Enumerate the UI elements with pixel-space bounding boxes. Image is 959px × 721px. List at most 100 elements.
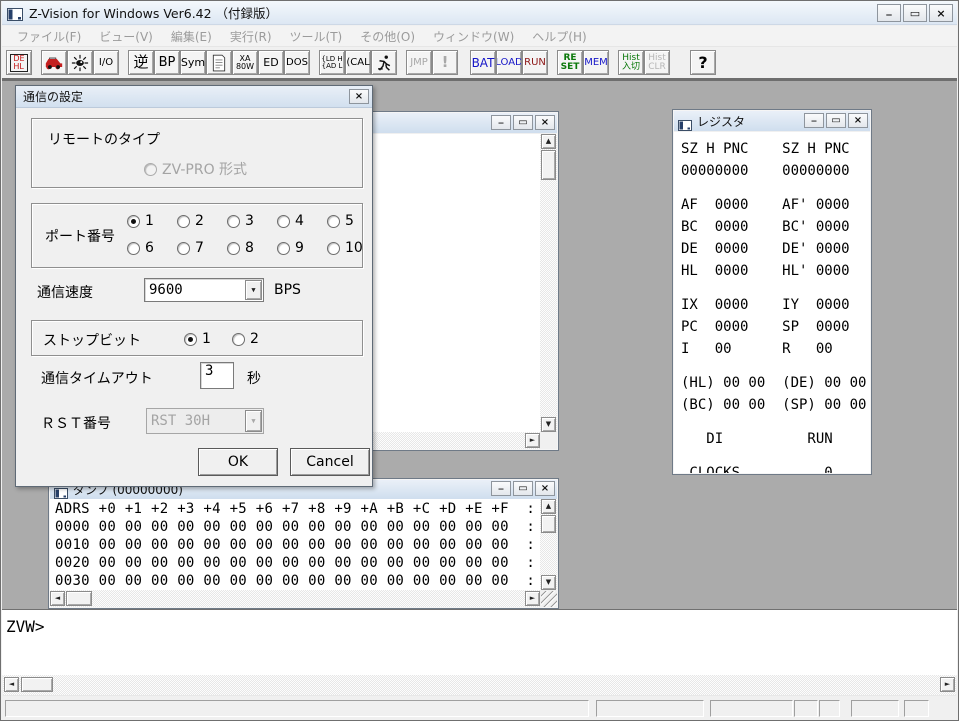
maximize-button[interactable]: ▭ xyxy=(513,115,533,130)
register-line: SZ H PNC SZ H PNC xyxy=(681,138,870,160)
stop-bit-option-2[interactable]: 2 xyxy=(232,331,259,347)
maximize-button[interactable]: ▭ xyxy=(903,4,927,22)
vertical-scroll-thumb[interactable] xyxy=(541,150,556,180)
remote-type-label: リモートのタイプ xyxy=(48,129,160,149)
toolbar-bat-button[interactable]: BAT xyxy=(470,50,496,75)
toolbar-editor-button[interactable]: ED xyxy=(258,50,284,75)
port-option-8[interactable]: 8 xyxy=(227,240,254,256)
stop-bit-option-1[interactable]: 1 xyxy=(184,331,211,347)
toolbar-step-runner-icon[interactable] xyxy=(371,50,397,75)
radio-icon[interactable] xyxy=(327,242,340,255)
toolbar-reverse-assemble-button[interactable]: 逆 xyxy=(128,50,154,75)
toolbar-go-car-icon[interactable] xyxy=(41,50,67,75)
command-console[interactable]: ZVW> xyxy=(2,609,957,675)
port-number-label: ポート番号 xyxy=(45,226,115,246)
close-button[interactable]: × xyxy=(535,115,555,130)
toolbar-exchange-dehl-button[interactable]: DEHL xyxy=(6,50,32,75)
close-button[interactable]: × xyxy=(848,113,868,128)
scroll-left-icon[interactable]: ◄ xyxy=(4,677,19,692)
radio-icon[interactable] xyxy=(232,333,245,346)
minimize-button[interactable]: _ xyxy=(804,113,824,128)
minimize-button[interactable]: _ xyxy=(877,4,901,22)
menu-tools[interactable]: ツール(T) xyxy=(281,26,352,47)
close-button[interactable]: × xyxy=(929,4,953,22)
menu-view[interactable]: ビュー(V) xyxy=(90,26,162,47)
toolbar-load-button[interactable]: LOAD xyxy=(496,50,522,75)
dialog-title-bar[interactable]: 通信の設定 xyxy=(16,86,372,108)
radio-icon[interactable] xyxy=(177,242,190,255)
menu-file[interactable]: ファイル(F) xyxy=(8,26,90,47)
dump-line: 0010 00 00 00 00 00 00 00 00 00 00 00 00… xyxy=(55,536,540,554)
toolbar-hist-clear-button[interactable]: HistCLR xyxy=(644,50,670,75)
menu-edit[interactable]: 編集(E) xyxy=(162,26,221,47)
radio-icon[interactable] xyxy=(127,242,140,255)
scroll-right-icon[interactable]: ► xyxy=(525,591,540,606)
toolbar-call-button[interactable]: (CAL xyxy=(345,50,371,75)
port-option-2[interactable]: 2 xyxy=(177,213,204,229)
dialog-close-button[interactable]: × xyxy=(349,89,369,104)
title-bar[interactable]: Z-Vision for Windows Ver6.42 （付録版） _ ▭ × xyxy=(2,1,957,25)
radio-icon[interactable] xyxy=(177,215,190,228)
toolbar-run-button[interactable]: RUN xyxy=(522,50,548,75)
port-option-3[interactable]: 3 xyxy=(227,213,254,229)
toolbar-mem-button[interactable]: MEM xyxy=(583,50,609,75)
port-option-4[interactable]: 4 xyxy=(277,213,304,229)
radio-icon[interactable] xyxy=(277,242,290,255)
resize-grip[interactable] xyxy=(541,591,557,607)
maximize-button[interactable]: ▭ xyxy=(826,113,846,128)
radio-icon[interactable] xyxy=(327,215,340,228)
console-horizontal-scrollbar[interactable]: ◄ ► xyxy=(3,675,956,695)
radio-icon[interactable] xyxy=(227,242,240,255)
scroll-up-icon[interactable]: ▲ xyxy=(541,134,556,149)
port-option-1[interactable]: 1 xyxy=(127,213,154,229)
minimize-button[interactable]: _ xyxy=(491,115,511,130)
close-button[interactable]: × xyxy=(535,481,555,496)
menu-run[interactable]: 実行(R) xyxy=(221,26,281,47)
toolbar-io-port-button[interactable]: I/O xyxy=(93,50,119,75)
horizontal-scrollbar[interactable]: ◄ ► xyxy=(50,590,540,607)
scroll-right-icon[interactable]: ► xyxy=(525,433,540,448)
toolbar-dos-button[interactable]: DOS xyxy=(284,50,310,75)
menu-other[interactable]: その他(O) xyxy=(351,26,424,47)
toolbar-breakpoint-button[interactable]: BP xyxy=(154,50,180,75)
toolbar-ld-ad-button[interactable]: {LD H{AD L xyxy=(319,50,345,75)
port-option-5[interactable]: 5 xyxy=(327,213,354,229)
speed-combobox[interactable]: 9600 ▼ xyxy=(144,278,264,302)
toolbar-jump-button[interactable]: JMP xyxy=(406,50,432,75)
register-line xyxy=(681,282,870,294)
port-option-7[interactable]: 7 xyxy=(177,240,204,256)
scroll-right-icon[interactable]: ► xyxy=(940,677,955,692)
ok-button[interactable]: OK xyxy=(198,448,278,476)
timeout-input[interactable]: 3 xyxy=(200,362,234,389)
scroll-down-icon[interactable]: ▼ xyxy=(541,417,556,432)
port-option-6[interactable]: 6 xyxy=(127,240,154,256)
toolbar-xa-80w-button[interactable]: XA80W xyxy=(232,50,258,75)
toolbar-hist-toggle-button[interactable]: Hist入切 xyxy=(618,50,644,75)
menu-window[interactable]: ウィンドウ(W) xyxy=(424,26,523,47)
port-option-10[interactable]: 10 xyxy=(327,240,363,256)
maximize-button[interactable]: ▭ xyxy=(513,481,533,496)
cancel-button[interactable]: Cancel xyxy=(290,448,370,476)
minimize-button[interactable]: _ xyxy=(491,481,511,496)
port-option-9[interactable]: 9 xyxy=(277,240,304,256)
toolbar-watch-eye-icon[interactable] xyxy=(67,50,93,75)
toolbar-reset-button[interactable]: RESET xyxy=(557,50,583,75)
vertical-scrollbar[interactable]: ▲ ▼ xyxy=(540,134,557,432)
toolbar-help-button[interactable]: ? xyxy=(690,50,716,75)
vertical-scroll-thumb[interactable] xyxy=(541,515,556,533)
radio-icon[interactable] xyxy=(184,333,197,346)
vertical-scrollbar[interactable]: ▲ ▼ xyxy=(540,499,557,590)
scroll-down-icon[interactable]: ▼ xyxy=(541,575,556,590)
scroll-up-icon[interactable]: ▲ xyxy=(541,499,556,514)
combo-dropdown-icon[interactable]: ▼ xyxy=(245,280,262,300)
radio-icon[interactable] xyxy=(227,215,240,228)
toolbar-symbol-button[interactable]: Sym xyxy=(180,50,206,75)
toolbar-source-document-icon[interactable] xyxy=(206,50,232,75)
toolbar-stop-exclaim-button[interactable]: ! xyxy=(432,50,458,75)
radio-icon[interactable] xyxy=(277,215,290,228)
menu-help[interactable]: ヘルプ(H) xyxy=(523,26,595,47)
radio-icon[interactable] xyxy=(127,215,140,228)
scroll-left-icon[interactable]: ◄ xyxy=(50,591,65,606)
horizontal-scroll-thumb[interactable] xyxy=(21,677,53,692)
horizontal-scroll-thumb[interactable] xyxy=(66,591,92,606)
